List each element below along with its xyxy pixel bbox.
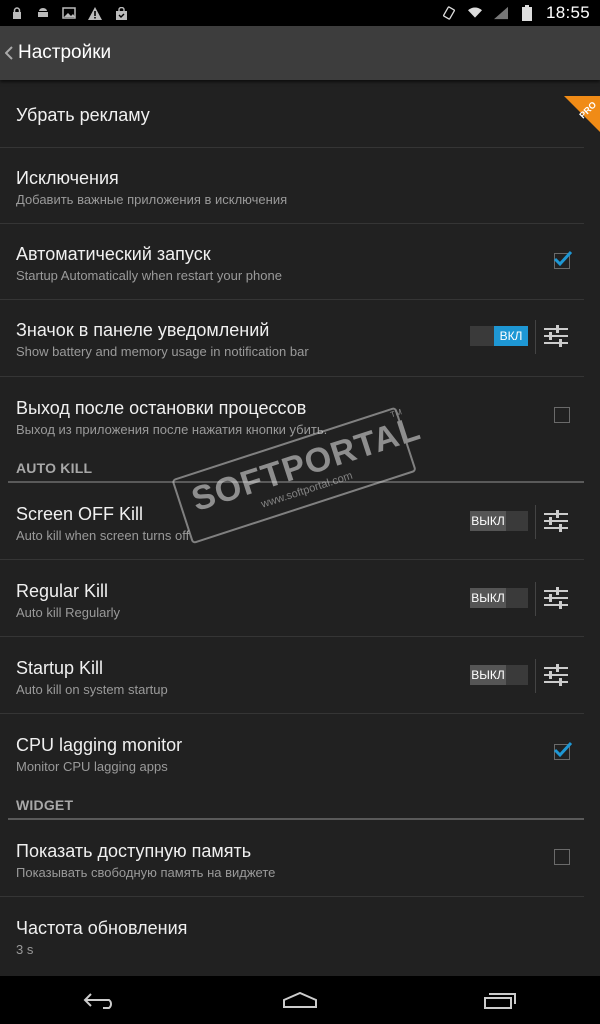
item-title: Частота обновления (16, 918, 188, 938)
regular-kill-toggle[interactable]: ВЫКЛ (470, 588, 528, 608)
item-subtitle: Auto kill when screen turns off (16, 528, 190, 543)
home-icon[interactable] (270, 980, 330, 1020)
checkmark-icon (553, 741, 573, 758)
item-title: Показать доступную память (16, 841, 252, 861)
toggle-label: ВКЛ (494, 326, 528, 346)
item-subtitle: Добавить важные приложения в исключения (16, 192, 288, 207)
bag-icon (114, 6, 128, 20)
startup-kill-toggle[interactable]: ВЫКЛ (470, 665, 528, 685)
item-title: Выход после остановки процессов (16, 398, 307, 418)
signal-icon (493, 6, 508, 20)
list-item-show-free-memory[interactable]: Показать доступную память Показывать сво… (0, 820, 584, 897)
status-bar: 18:55 (0, 0, 600, 26)
sliders-icon[interactable] (542, 322, 570, 350)
item-subtitle: Monitor CPU lagging apps (16, 759, 168, 774)
list-item-startup-kill[interactable]: Startup Kill Auto kill on system startup… (0, 637, 584, 714)
screen-off-kill-toggle[interactable]: ВЫКЛ (470, 511, 528, 531)
item-subtitle: 3 s (16, 942, 34, 957)
item-title: Исключения (16, 168, 119, 188)
divider (535, 582, 536, 616)
list-item-screen-off-kill[interactable]: Screen OFF Kill Auto kill when screen tu… (0, 483, 584, 560)
action-bar: Настройки (0, 26, 600, 80)
section-label: AUTO KILL (16, 460, 93, 476)
list-item-exit-after-kill[interactable]: Выход после остановки процессов Выход из… (0, 377, 584, 452)
toggle-label: ВЫКЛ (470, 588, 506, 608)
item-title: CPU lagging monitor (16, 735, 183, 755)
item-title: Screen OFF Kill (16, 504, 144, 524)
divider (535, 320, 536, 354)
sliders-icon[interactable] (542, 661, 570, 689)
item-title: Startup Kill (16, 658, 104, 678)
item-subtitle: Auto kill Regularly (16, 605, 121, 620)
item-title: Значок в панеле уведомлений (16, 320, 270, 340)
section-header-widget: WIDGET (0, 789, 600, 820)
notification-toggle[interactable]: ВКЛ (470, 326, 528, 346)
item-subtitle: Выход из приложения после нажатия кнопки… (16, 422, 328, 437)
toggle-label: ВЫКЛ (470, 511, 506, 531)
rotate-icon (442, 6, 456, 20)
divider (535, 659, 536, 693)
list-item-cpu-lagging-monitor[interactable]: CPU lagging monitor Monitor CPU lagging … (0, 714, 584, 789)
item-subtitle: Показывать свободную память на виджете (16, 865, 276, 880)
list-item-exclusions[interactable]: Исключения Добавить важные приложения в … (0, 148, 584, 224)
item-subtitle: Show battery and memory usage in notific… (16, 344, 309, 359)
checkmark-icon (553, 250, 573, 267)
warning-icon (88, 6, 102, 20)
list-item-remove-ads[interactable]: Убрать рекламу PRO (0, 81, 600, 148)
item-title: Убрать рекламу (16, 105, 150, 125)
navigation-bar (0, 976, 600, 1024)
recent-apps-icon[interactable] (470, 980, 530, 1020)
back-chevron-icon[interactable] (2, 46, 16, 60)
item-subtitle: Auto kill on system startup (16, 682, 168, 697)
clock: 18:55 (545, 3, 590, 22)
list-item-notification-icon[interactable]: Значок в панеле уведомлений Show battery… (0, 300, 584, 377)
list-item-regular-kill[interactable]: Regular Kill Auto kill Regularly ВЫКЛ (0, 560, 584, 637)
exit-after-kill-checkbox[interactable] (554, 407, 570, 423)
page-title[interactable]: Настройки (18, 42, 111, 64)
list-item-autostart[interactable]: Автоматический запуск Startup Automatica… (0, 224, 584, 300)
toggle-label: ВЫКЛ (470, 665, 506, 685)
item-title: Автоматический запуск (16, 244, 211, 264)
back-icon[interactable] (70, 980, 130, 1020)
show-free-memory-checkbox[interactable] (554, 849, 570, 865)
section-label: WIDGET (16, 797, 74, 813)
item-title: Regular Kill (16, 581, 109, 601)
divider (535, 505, 536, 539)
sliders-icon[interactable] (542, 584, 570, 612)
section-header-auto-kill: AUTO KILL (0, 452, 600, 483)
list-item-update-frequency[interactable]: Частота обновления 3 s (0, 897, 584, 973)
image-icon (62, 6, 76, 20)
lock-icon (10, 6, 24, 20)
battery-icon (520, 5, 534, 21)
wifi-icon (467, 6, 482, 20)
settings-list[interactable]: Убрать рекламу PRO Исключения Добавить в… (0, 81, 600, 976)
sliders-icon[interactable] (542, 507, 570, 535)
item-subtitle: Startup Automatically when restart your … (16, 268, 282, 283)
android-icon (36, 6, 50, 20)
